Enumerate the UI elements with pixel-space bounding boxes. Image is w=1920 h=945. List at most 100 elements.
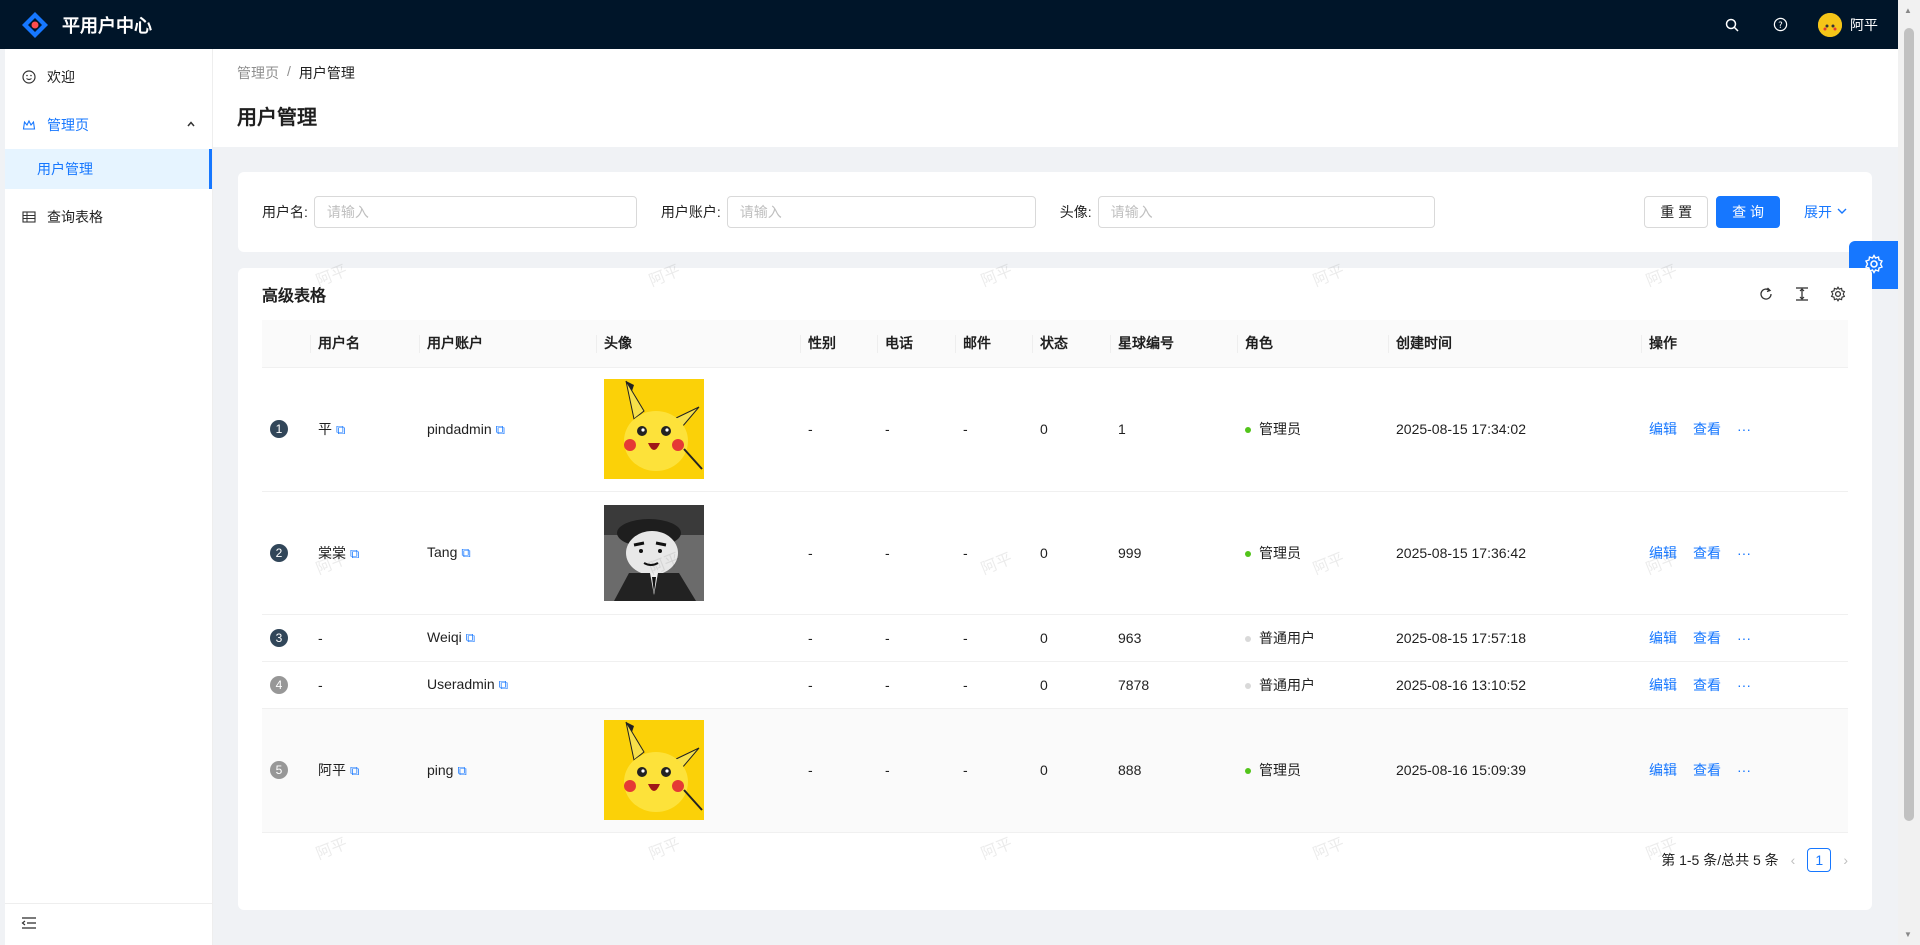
- more-icon[interactable]: ···: [1737, 677, 1751, 693]
- role-cell: 管理员: [1259, 762, 1301, 778]
- chevron-down-icon: [1836, 204, 1848, 220]
- row-index: 4: [270, 675, 288, 694]
- chevron-left-icon[interactable]: ‹: [1791, 852, 1796, 868]
- scrollbar-thumb[interactable]: [1904, 28, 1914, 821]
- users-table: 用户名 用户账户 头像 性别 电话 邮件 状态 星球编号 角色 创建时间 操作 …: [262, 320, 1848, 833]
- table-card: 高级表格 用户名 用户账户 头像 性别 电话 邮件 状态 星球编号 角色 创建时…: [238, 268, 1872, 910]
- search-icon[interactable]: [1722, 15, 1742, 35]
- username-cell: -: [318, 676, 323, 693]
- edit-link[interactable]: 编辑: [1649, 630, 1677, 646]
- view-link[interactable]: 查看: [1693, 545, 1721, 561]
- gender-cell: -: [800, 491, 877, 615]
- more-icon[interactable]: ···: [1737, 630, 1751, 646]
- account-label: 用户账户:: [660, 204, 721, 220]
- sidebar-item-welcome[interactable]: 欢迎: [5, 57, 212, 97]
- menu-fold-button[interactable]: [5, 903, 213, 945]
- more-icon[interactable]: ···: [1737, 762, 1751, 778]
- phone-cell: -: [877, 367, 955, 492]
- column-header: 角色: [1237, 320, 1388, 368]
- role-cell: 普通用户: [1259, 629, 1315, 646]
- role-cell: 管理员: [1259, 544, 1301, 561]
- column-height-icon[interactable]: [1792, 284, 1812, 304]
- avatar-field-group: 头像:: [1060, 196, 1435, 228]
- edit-link[interactable]: 编辑: [1649, 677, 1677, 693]
- sidebar-item-user-management[interactable]: 用户管理: [5, 149, 212, 189]
- phone-cell: -: [877, 708, 955, 833]
- sidebar-item-label: 管理页: [47, 117, 89, 133]
- table-row: 4 - Useradmin ⧉ - - - 0 7878 普通用户 2025-08…: [262, 661, 1848, 709]
- pagination-summary: 第 1-5 条/总共 5 条: [1661, 852, 1779, 868]
- account-field-group: 用户账户:: [661, 196, 1036, 228]
- logo-icon[interactable]: [20, 10, 50, 40]
- table-row: 1 平 ⧉ pindadmin ⧉ - - - 0 1 管理员 2025-08-…: [262, 367, 1848, 492]
- copy-icon[interactable]: ⧉: [499, 677, 508, 692]
- more-icon[interactable]: ···: [1737, 545, 1751, 561]
- created-time-cell: 2025-08-15 17:36:42: [1388, 491, 1641, 615]
- breadcrumb-parent[interactable]: 管理页: [237, 63, 279, 83]
- role-status-dot: [1245, 682, 1251, 689]
- copy-icon[interactable]: ⧉: [350, 546, 359, 561]
- account-input[interactable]: [726, 196, 1036, 228]
- setting-icon[interactable]: [1828, 284, 1848, 304]
- phone-cell: -: [877, 614, 955, 662]
- gender-cell: -: [800, 367, 877, 492]
- gender-cell: -: [800, 708, 877, 833]
- edit-link[interactable]: 编辑: [1649, 762, 1677, 778]
- breadcrumb-separator: /: [287, 63, 291, 79]
- column-header: [262, 320, 310, 368]
- crayon-avatar-image[interactable]: [604, 504, 704, 601]
- more-icon[interactable]: ···: [1737, 421, 1751, 437]
- page-number[interactable]: 1: [1807, 848, 1832, 872]
- copy-icon[interactable]: ⧉: [457, 763, 466, 778]
- breadcrumb-current: 用户管理: [298, 65, 355, 81]
- username-input[interactable]: [313, 196, 637, 228]
- page-header: 管理页 / 用户管理 用户管理: [213, 49, 1898, 147]
- menu-fold-icon: [21, 916, 37, 933]
- table-row: 2 棠棠 ⧉ Tang ⧉ - - - 0 999 管理员 2025-08-15…: [262, 491, 1848, 615]
- smile-icon: [21, 69, 37, 85]
- planet-code-cell: 999: [1110, 491, 1237, 615]
- copy-icon[interactable]: ⧉: [466, 630, 475, 645]
- copy-icon[interactable]: ⧉: [350, 763, 359, 778]
- view-link[interactable]: 查看: [1693, 762, 1721, 778]
- column-header: 用户账户: [419, 320, 596, 368]
- planet-code-cell: 7878: [1110, 661, 1237, 709]
- edit-link[interactable]: 编辑: [1649, 421, 1677, 437]
- chevron-right-icon[interactable]: ›: [1843, 852, 1848, 868]
- copy-icon[interactable]: ⧉: [336, 422, 345, 437]
- view-link[interactable]: 查看: [1693, 421, 1721, 437]
- scroll-up-icon[interactable]: ▲: [1904, 6, 1912, 15]
- query-button[interactable]: 查 询: [1716, 196, 1780, 228]
- created-time-cell: 2025-08-16 13:10:52: [1388, 661, 1641, 709]
- status-cell: 0: [1032, 491, 1110, 615]
- email-cell: -: [955, 614, 1032, 662]
- pikachu-avatar-image[interactable]: [604, 720, 704, 820]
- copy-icon[interactable]: ⧉: [461, 545, 470, 560]
- column-header: 头像: [596, 320, 800, 368]
- role-status-dot: [1245, 550, 1251, 557]
- sidebar-item-admin[interactable]: 管理页: [5, 105, 212, 145]
- sidebar-item-query-table[interactable]: 查询表格: [5, 197, 212, 237]
- scroll-down-icon[interactable]: ▼: [1904, 930, 1912, 939]
- avatar-input[interactable]: [1097, 196, 1435, 228]
- column-header: 星球编号: [1110, 320, 1237, 368]
- account-cell: pindadmin: [427, 420, 492, 437]
- reset-button[interactable]: 重 置: [1644, 196, 1709, 228]
- view-link[interactable]: 查看: [1693, 630, 1721, 646]
- column-header: 创建时间: [1388, 320, 1641, 368]
- page-scrollbar[interactable]: ▲ ▼: [1898, 0, 1920, 945]
- avatar-cell: [596, 661, 800, 709]
- username-cell: 棠棠: [318, 544, 346, 561]
- expand-link[interactable]: 展开: [1804, 202, 1848, 222]
- username-field-group: 用户名:: [262, 196, 637, 228]
- account-cell: ping: [427, 761, 454, 778]
- avatar: [1818, 12, 1842, 37]
- copy-icon[interactable]: ⧉: [496, 422, 505, 437]
- reload-icon[interactable]: [1756, 284, 1776, 304]
- user-menu[interactable]: 阿平: [1818, 12, 1878, 37]
- pikachu-avatar-image[interactable]: [604, 379, 704, 479]
- view-link[interactable]: 查看: [1693, 677, 1721, 693]
- account-cell: Weiqi: [427, 629, 462, 645]
- edit-link[interactable]: 编辑: [1649, 545, 1677, 561]
- question-icon[interactable]: ?: [1770, 15, 1790, 35]
